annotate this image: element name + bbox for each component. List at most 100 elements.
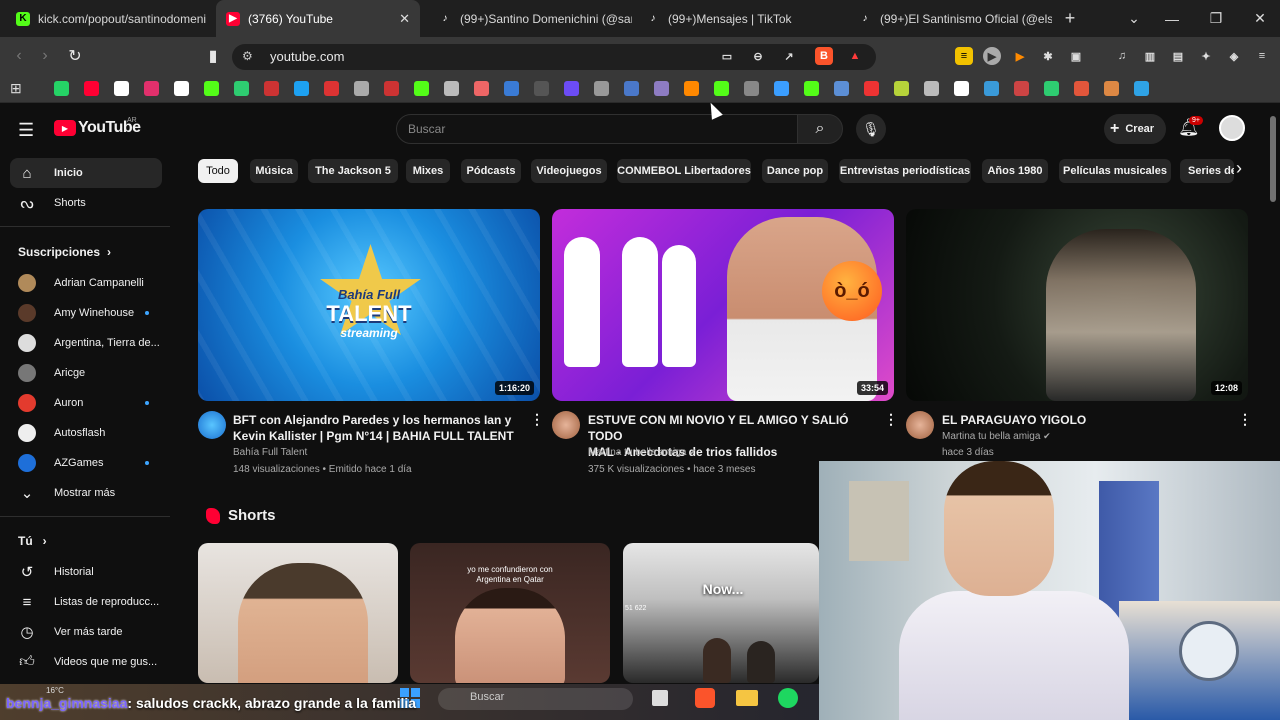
bookmark-favicon-icon[interactable] bbox=[714, 81, 729, 96]
more-options-icon[interactable]: ⋮ bbox=[884, 411, 898, 428]
file-explorer-icon[interactable] bbox=[736, 690, 758, 706]
leo-ai-icon[interactable]: ✦ bbox=[1197, 47, 1215, 65]
video-thumbnail[interactable]: Bahía Full TALENT streaming 1:16:20 bbox=[198, 209, 540, 401]
youtube-logo-icon[interactable]: ▶ bbox=[54, 120, 76, 136]
task-view-icon[interactable] bbox=[652, 690, 668, 706]
brave-shields-icon[interactable]: B bbox=[815, 47, 833, 65]
channel-name[interactable]: Martina tu bella amiga ✔ bbox=[942, 431, 1051, 442]
sidebar-item-historial[interactable]: ↺ Historial bbox=[10, 557, 162, 587]
bookmark-favicon-icon[interactable] bbox=[534, 81, 549, 96]
filter-chip[interactable]: Años 1980 bbox=[982, 159, 1048, 183]
short-thumbnail[interactable]: Now... 51 622 bbox=[623, 543, 819, 683]
bookmark-favicon-icon[interactable] bbox=[1044, 81, 1059, 96]
video-thumbnail[interactable]: 12:08 bbox=[906, 209, 1248, 401]
filter-chip[interactable]: CONMEBOL Libertadores bbox=[617, 159, 751, 183]
browser-tab-active[interactable]: ▶ (3766) YouTube ✕ bbox=[216, 0, 420, 37]
more-options-icon[interactable]: ⋮ bbox=[530, 411, 544, 428]
channel-name[interactable]: Bahía Full Talent bbox=[233, 447, 307, 458]
reload-icon[interactable]: ↻ bbox=[64, 45, 86, 67]
back-arrow-icon[interactable]: ‹ bbox=[8, 45, 30, 67]
share-icon[interactable]: ↗ bbox=[780, 47, 798, 65]
zoom-icon[interactable]: ⊖ bbox=[749, 47, 767, 65]
bookmark-favicon-icon[interactable] bbox=[114, 81, 129, 96]
more-options-icon[interactable]: ⋮ bbox=[1238, 411, 1252, 428]
create-button[interactable]: + Crear bbox=[1104, 114, 1166, 144]
you-header[interactable]: Tú › bbox=[18, 534, 47, 548]
bookmark-favicon-icon[interactable] bbox=[324, 81, 339, 96]
minimize-button[interactable]: — bbox=[1152, 0, 1192, 37]
bookmark-favicon-icon[interactable] bbox=[744, 81, 759, 96]
forward-arrow-icon[interactable]: › bbox=[34, 45, 56, 67]
bookmark-favicon-icon[interactable] bbox=[1104, 81, 1119, 96]
spotify-icon[interactable] bbox=[778, 688, 798, 708]
extension-play-icon[interactable]: ▶ bbox=[1011, 47, 1029, 65]
filter-chip[interactable]: Películas musicales bbox=[1059, 159, 1171, 183]
new-tab-button[interactable]: + bbox=[1050, 0, 1090, 37]
bookmark-favicon-icon[interactable] bbox=[954, 81, 969, 96]
bookmark-favicon-icon[interactable] bbox=[294, 81, 309, 96]
filter-chip[interactable]: The Jackson 5 bbox=[308, 159, 398, 183]
bookmark-favicon-icon[interactable] bbox=[264, 81, 279, 96]
video-title[interactable]: EL PARAGUAYO YIGOLO bbox=[942, 412, 1232, 428]
channel-avatar[interactable] bbox=[906, 411, 934, 439]
channel-name[interactable]: Martina tu bella amiga ✔ bbox=[588, 447, 697, 458]
close-icon[interactable]: ✕ bbox=[393, 11, 410, 27]
apps-grid-icon[interactable]: ⊞ bbox=[10, 80, 22, 97]
bookmark-favicon-icon[interactable] bbox=[1074, 81, 1089, 96]
filter-chip[interactable]: Todo bbox=[198, 159, 238, 183]
bookmark-favicon-icon[interactable] bbox=[384, 81, 399, 96]
bookmark-favicon-icon[interactable] bbox=[654, 81, 669, 96]
filter-chip[interactable]: Entrevistas periodísticas bbox=[839, 159, 971, 183]
sidebar-subscription-item[interactable]: Aricge bbox=[10, 358, 162, 388]
short-thumbnail[interactable]: yo me confundieron con Argentina en Qata… bbox=[410, 543, 610, 683]
browser-tab[interactable]: ♪ (99+)Santino Domenichini (@san bbox=[428, 0, 633, 37]
sidebar-subscription-item[interactable]: Argentina, Tierra de... bbox=[10, 328, 162, 358]
taskbar-search-input[interactable] bbox=[438, 688, 633, 710]
search-button[interactable]: ⌕ bbox=[797, 114, 843, 144]
menu-icon[interactable]: ≡ bbox=[1253, 47, 1271, 65]
bookmark-favicon-icon[interactable] bbox=[834, 81, 849, 96]
filter-chip[interactable]: Música bbox=[250, 159, 298, 183]
bookmark-favicon-icon[interactable] bbox=[894, 81, 909, 96]
sidebar-item-playlists[interactable]: ≡ Listas de reproducc... bbox=[10, 587, 162, 617]
sidebar-subscription-item[interactable]: Amy Winehouse bbox=[10, 298, 162, 328]
bookmark-favicon-icon[interactable] bbox=[444, 81, 459, 96]
filter-chip[interactable]: Pódcasts bbox=[461, 159, 521, 183]
chevron-right-icon[interactable]: › bbox=[1236, 158, 1242, 179]
video-title[interactable]: BFT con Alejandro Paredes y los hermanos… bbox=[233, 412, 528, 444]
bookmark-favicon-icon[interactable] bbox=[684, 81, 699, 96]
bookmark-icon[interactable]: ▮ bbox=[202, 45, 224, 67]
sidebar-subscription-item[interactable]: Adrian Campanelli bbox=[10, 268, 162, 298]
install-app-icon[interactable]: ▭ bbox=[718, 47, 736, 65]
brave-browser-icon[interactable] bbox=[695, 688, 715, 708]
tab-search-chevron-icon[interactable]: ⌄ bbox=[1114, 0, 1154, 37]
window-close-button[interactable]: ✕ bbox=[1240, 0, 1280, 37]
brave-rewards-icon[interactable]: ▲ bbox=[846, 47, 864, 65]
short-thumbnail[interactable] bbox=[198, 543, 398, 683]
bookmark-favicon-icon[interactable] bbox=[594, 81, 609, 96]
sidebar-item-shorts[interactable]: ᔓ Shorts bbox=[10, 188, 162, 218]
site-info-icon[interactable]: ⚙ bbox=[242, 49, 253, 63]
browser-tab[interactable]: ♪ (99+)El Santinismo Oficial (@els bbox=[848, 0, 1053, 37]
sidebar-item-inicio[interactable]: ⌂ Inicio bbox=[10, 158, 162, 188]
bookmark-favicon-icon[interactable] bbox=[354, 81, 369, 96]
wallet-icon[interactable]: ▤ bbox=[1169, 47, 1187, 65]
channel-avatar[interactable] bbox=[198, 411, 226, 439]
bookmark-favicon-icon[interactable] bbox=[624, 81, 639, 96]
bookmark-favicon-icon[interactable] bbox=[84, 81, 99, 96]
filter-chip[interactable]: Mixes bbox=[406, 159, 450, 183]
subscriptions-header[interactable]: Suscripciones › bbox=[18, 245, 111, 259]
account-avatar[interactable] bbox=[1219, 115, 1245, 141]
hamburger-menu-icon[interactable]: ☰ bbox=[18, 120, 34, 141]
bookmark-favicon-icon[interactable] bbox=[1134, 81, 1149, 96]
filter-chip[interactable]: Videojuegos bbox=[531, 159, 607, 183]
bookmark-favicon-icon[interactable] bbox=[174, 81, 189, 96]
browser-tab[interactable]: K kick.com/popout/santinodomeni bbox=[6, 0, 212, 37]
url-text[interactable]: youtube.com bbox=[270, 49, 344, 64]
media-icon[interactable]: ♫ bbox=[1113, 47, 1131, 65]
extension-icon[interactable]: ▶ bbox=[983, 47, 1001, 65]
maximize-button[interactable]: ❐ bbox=[1196, 0, 1236, 37]
show-more-button[interactable]: ⌄ Mostrar más bbox=[10, 478, 162, 508]
page-scrollbar[interactable] bbox=[1270, 116, 1276, 202]
voice-search-button[interactable]: 🎙 bbox=[856, 114, 886, 144]
